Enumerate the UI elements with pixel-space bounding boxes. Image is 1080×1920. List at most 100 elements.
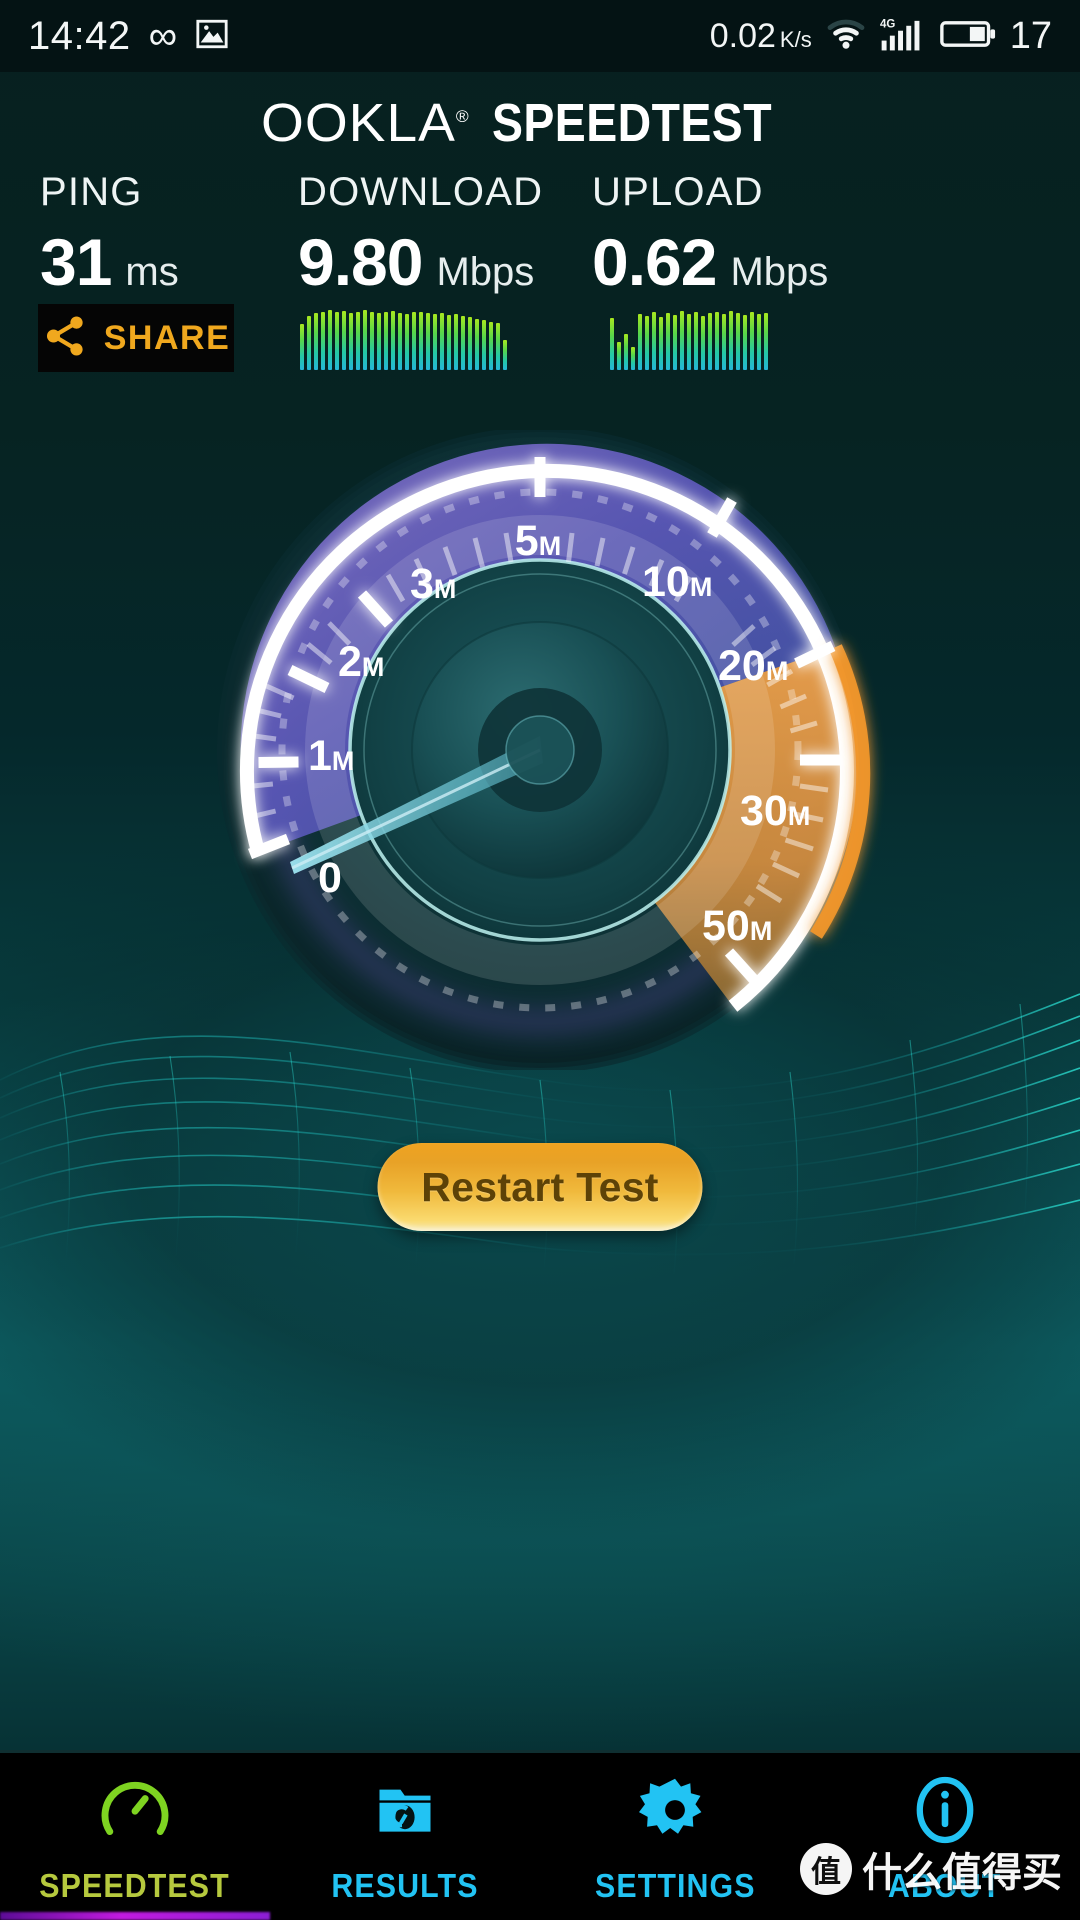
sparkline-bar <box>482 320 486 370</box>
svg-text:4G: 4G <box>880 18 895 30</box>
upload-label: UPLOAD <box>592 170 764 214</box>
sparkline-bar <box>314 313 318 370</box>
sparkline-bar <box>384 312 388 370</box>
sparkline-bar <box>349 313 353 370</box>
download-unit: Mbps <box>436 250 535 294</box>
sparkline-bar <box>645 316 649 370</box>
sparkline-bar <box>426 313 430 370</box>
watermark-text: 什么值得买 <box>862 1850 1062 1896</box>
ping-value-row: 31 ms <box>40 229 179 295</box>
sparkline-bar <box>764 313 768 370</box>
sparkline-bar <box>687 314 691 370</box>
sparkline-bar <box>300 324 304 370</box>
sparkline-bar <box>715 312 719 370</box>
speedtest-screen: 14:42 ∞ 0.02 K/s 4G 17 OOKLA® SPEEDTEST … <box>0 0 1080 1920</box>
status-bar: 14:42 ∞ 0.02 K/s 4G 17 <box>0 0 1080 72</box>
nav-label-results: RESULTS <box>331 1867 479 1904</box>
sparkline-bar <box>729 311 733 370</box>
sparkline-bar <box>610 318 614 370</box>
sparkline-bar <box>638 314 642 370</box>
speedtest-wordmark: SPEEDTEST <box>491 93 772 153</box>
gauge-svg: 0 1M 2M 3M 5M 10M 20M 30M 50M <box>217 430 871 1070</box>
sparkline-bar <box>356 312 360 370</box>
network-speed-indicator: 0.02 K/s <box>710 17 812 56</box>
upload-value: 0.62 <box>592 225 717 299</box>
nav-item-results[interactable]: RESULTS <box>270 1753 540 1920</box>
status-bar-left: 14:42 ∞ <box>28 14 229 59</box>
watermark: 值 什么值得买 <box>800 1840 1062 1898</box>
sparkline-bar <box>475 319 479 370</box>
sparkline-bar <box>701 316 705 370</box>
sparkline-bar <box>447 315 451 370</box>
battery-level-label: 17 <box>1009 14 1052 57</box>
sparkline-bar <box>412 312 416 370</box>
sparkline-bar <box>659 317 663 370</box>
ping-value: 31 <box>40 225 112 299</box>
sparkline-bar <box>624 334 628 370</box>
ookla-wordmark: OOKLA® <box>261 92 470 154</box>
sparkline-bar <box>342 311 346 370</box>
gauge-label-0: 0 <box>318 854 342 902</box>
sparkline-bar <box>461 316 465 370</box>
battery-icon <box>939 18 996 55</box>
metric-download: DOWNLOAD 9.80 Mbps <box>298 170 543 295</box>
registered-mark: ® <box>455 107 470 126</box>
sparkline-bar <box>757 314 761 370</box>
signal-4g-icon: 4G <box>880 15 926 58</box>
wifi-icon <box>826 18 866 55</box>
sparkline-bar <box>419 312 423 370</box>
network-speed-unit: K/s <box>779 26 812 52</box>
ping-label: PING <box>40 170 143 214</box>
share-button[interactable]: SHARE <box>38 304 234 372</box>
sparkline-bar <box>405 314 409 370</box>
upload-sparkline <box>610 306 818 370</box>
sparkline-bar <box>370 312 374 370</box>
sparkline-bar <box>398 313 402 370</box>
sparkline-bar <box>335 312 339 370</box>
metric-upload: UPLOAD 0.62 Mbps <box>592 170 828 295</box>
metrics-panel: PING 31 ms DOWNLOAD 9.80 Mbps UPLOAD 0.6… <box>0 158 1080 418</box>
sparkline-bar <box>454 314 458 370</box>
sparkline-bar <box>328 310 332 370</box>
sparkline-bar <box>631 347 635 370</box>
sparkline-bar <box>722 314 726 370</box>
folder-results-icon <box>369 1774 441 1851</box>
download-value-row: 9.80 Mbps <box>298 229 543 295</box>
sparkline-bar <box>307 316 311 370</box>
nav-active-indicator <box>0 1912 270 1920</box>
nav-label-speedtest: SPEEDTEST <box>39 1867 231 1904</box>
upload-unit: Mbps <box>730 250 829 294</box>
sparkline-bar <box>377 313 381 370</box>
sparkline-bar <box>694 312 698 370</box>
sparkline-bar <box>750 312 754 370</box>
sparkline-bar <box>708 313 712 370</box>
app-logo: OOKLA® SPEEDTEST <box>0 92 1080 154</box>
sparkline-bar <box>433 314 437 370</box>
sparkline-bar <box>391 311 395 370</box>
gear-icon <box>639 1774 711 1851</box>
sparkline-bar <box>321 312 325 370</box>
watermark-logo: 值 <box>800 1843 852 1895</box>
sparkline-bar <box>680 311 684 370</box>
status-bar-clock: 14:42 <box>28 13 131 58</box>
sparkline-bar <box>503 340 507 370</box>
download-label: DOWNLOAD <box>298 170 544 214</box>
sparkline-bar <box>743 315 747 370</box>
share-button-label: SHARE <box>103 318 231 357</box>
ping-unit: ms <box>125 250 179 294</box>
sparkline-bar <box>673 315 677 370</box>
restart-test-button[interactable]: Restart Test <box>377 1143 703 1231</box>
download-value: 9.80 <box>298 225 423 299</box>
speed-gauge: 0 1M 2M 3M 5M 10M 20M 30M 50M <box>0 430 1080 1070</box>
nav-item-speedtest[interactable]: SPEEDTEST <box>0 1753 270 1920</box>
sparkline-bar <box>736 313 740 370</box>
share-icon <box>42 313 88 364</box>
upload-value-row: 0.62 Mbps <box>592 229 828 295</box>
nav-label-settings: SETTINGS <box>594 1867 756 1904</box>
sparkline-bar <box>496 323 500 370</box>
network-speed-value: 0.02 <box>709 16 776 55</box>
sparkline-bar <box>363 310 367 370</box>
sparkline-bar <box>652 312 656 370</box>
sparkline-bar <box>617 342 621 370</box>
nav-item-settings[interactable]: SETTINGS <box>540 1753 810 1920</box>
